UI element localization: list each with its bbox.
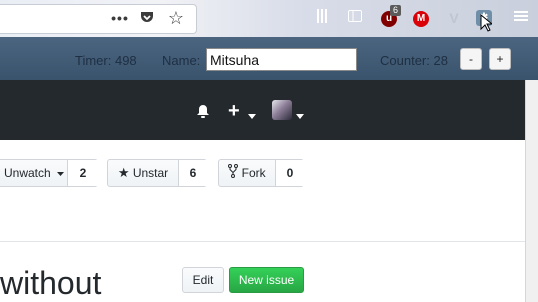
- reading-list-icon[interactable]: [315, 8, 329, 29]
- fork-label: Fork: [241, 166, 266, 180]
- avatar[interactable]: [272, 100, 292, 120]
- new-issue-button[interactable]: New issue: [229, 267, 304, 293]
- issue-title: without: [0, 265, 102, 301]
- fork-button-group: Fork 0: [218, 159, 304, 187]
- star-icon[interactable]: ☆: [166, 8, 186, 28]
- hamburger-menu-icon[interactable]: [512, 8, 530, 29]
- notifications-bell-icon[interactable]: [196, 104, 210, 124]
- name-input[interactable]: [206, 48, 357, 71]
- decrement-button[interactable]: -: [460, 48, 482, 70]
- unwatch-button[interactable]: Unwatch: [0, 160, 67, 186]
- unstar-button-group: ★ Unstar 6: [107, 159, 207, 187]
- mega-icon[interactable]: M: [413, 11, 429, 27]
- pocket-icon[interactable]: [138, 9, 156, 30]
- unstar-button[interactable]: ★ Unstar: [108, 160, 178, 186]
- counter-label: Counter: 28: [380, 53, 448, 68]
- fork-icon: [228, 161, 239, 187]
- sidebar-icon[interactable]: [346, 8, 364, 29]
- chevron-down-icon[interactable]: [248, 107, 256, 125]
- unstar-label: Unstar: [132, 166, 169, 180]
- github-header: +: [0, 80, 525, 140]
- forks-count[interactable]: 0: [275, 160, 304, 186]
- increment-button[interactable]: +: [489, 48, 511, 70]
- mouse-cursor-icon: [479, 13, 494, 37]
- browser-toolbar: ••• ☆ u 6 M V ✱: [0, 0, 538, 37]
- chevron-down-icon: [57, 160, 65, 186]
- unwatch-button-group: Unwatch 2: [0, 159, 98, 187]
- chevron-down-icon[interactable]: [296, 107, 304, 125]
- plus-icon[interactable]: +: [228, 101, 240, 121]
- ellipsis-icon[interactable]: •••: [110, 8, 130, 28]
- name-label: Name:: [162, 53, 201, 68]
- ublock-count-badge: 6: [390, 5, 402, 16]
- divider: [0, 241, 525, 242]
- url-bar[interactable]: ••• ☆: [0, 4, 197, 34]
- unwatch-label: Unwatch: [3, 166, 51, 180]
- fork-button[interactable]: Fork: [219, 160, 275, 186]
- timer-label: Timer: 498: [75, 53, 137, 68]
- stars-count[interactable]: 6: [178, 160, 207, 186]
- star-icon: ★: [117, 165, 130, 180]
- scrollbar[interactable]: [525, 80, 538, 302]
- edit-button[interactable]: Edit: [182, 267, 224, 293]
- watchers-count[interactable]: 2: [67, 160, 98, 186]
- vimium-icon[interactable]: V: [445, 8, 463, 28]
